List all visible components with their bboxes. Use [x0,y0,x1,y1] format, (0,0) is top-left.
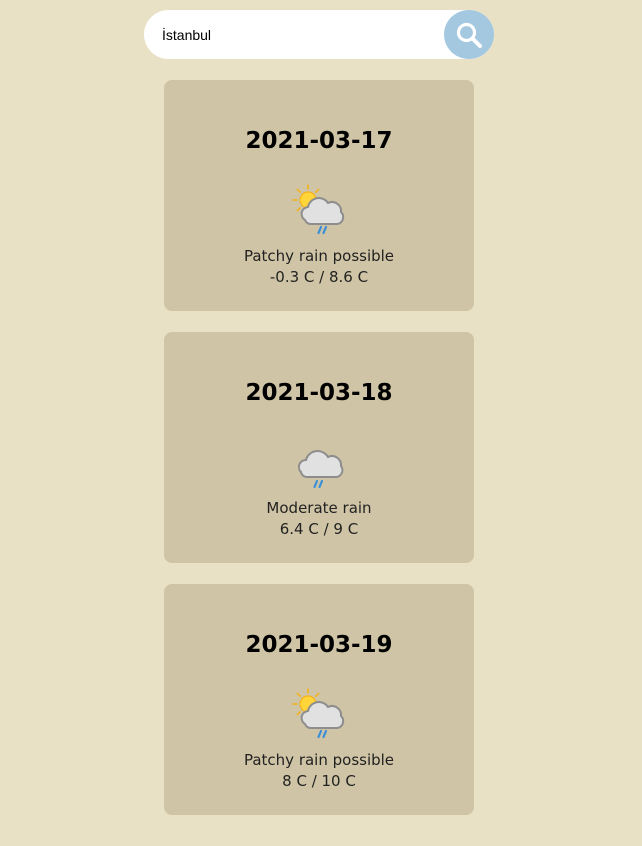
search-bar [144,10,494,59]
forecast-condition: Moderate rain [266,499,372,517]
forecast-temperature: -0.3 C / 8.6 C [269,268,369,286]
forecast-date: 2021-03-17 [245,128,393,154]
search-button[interactable] [444,10,494,59]
forecast-condition: Patchy rain possible [243,751,395,769]
search-input[interactable] [162,10,432,59]
sun-cloud-rain-icon [292,184,345,235]
forecast-day-card: 2021-03-17 Patchy rain possible -0.3 C /… [164,80,474,311]
forecast-condition: Patchy rain possible [243,247,395,265]
forecast-day-card: 2021-03-18 Moderate rain 6.4 C / 9 C [164,332,474,563]
sun-cloud-rain-icon [292,688,345,739]
forecast-date: 2021-03-19 [245,632,393,658]
forecast-list: 2021-03-17 Patchy rain possible -0.3 C /… [164,80,474,836]
cloud-rain-icon [297,450,344,489]
forecast-date: 2021-03-18 [245,380,393,406]
forecast-temperature: 6.4 C / 9 C [279,520,359,538]
forecast-day-card: 2021-03-19 Patchy rain possible 8 C / 10… [164,584,474,815]
forecast-temperature: 8 C / 10 C [282,772,356,790]
search-icon [456,22,482,48]
